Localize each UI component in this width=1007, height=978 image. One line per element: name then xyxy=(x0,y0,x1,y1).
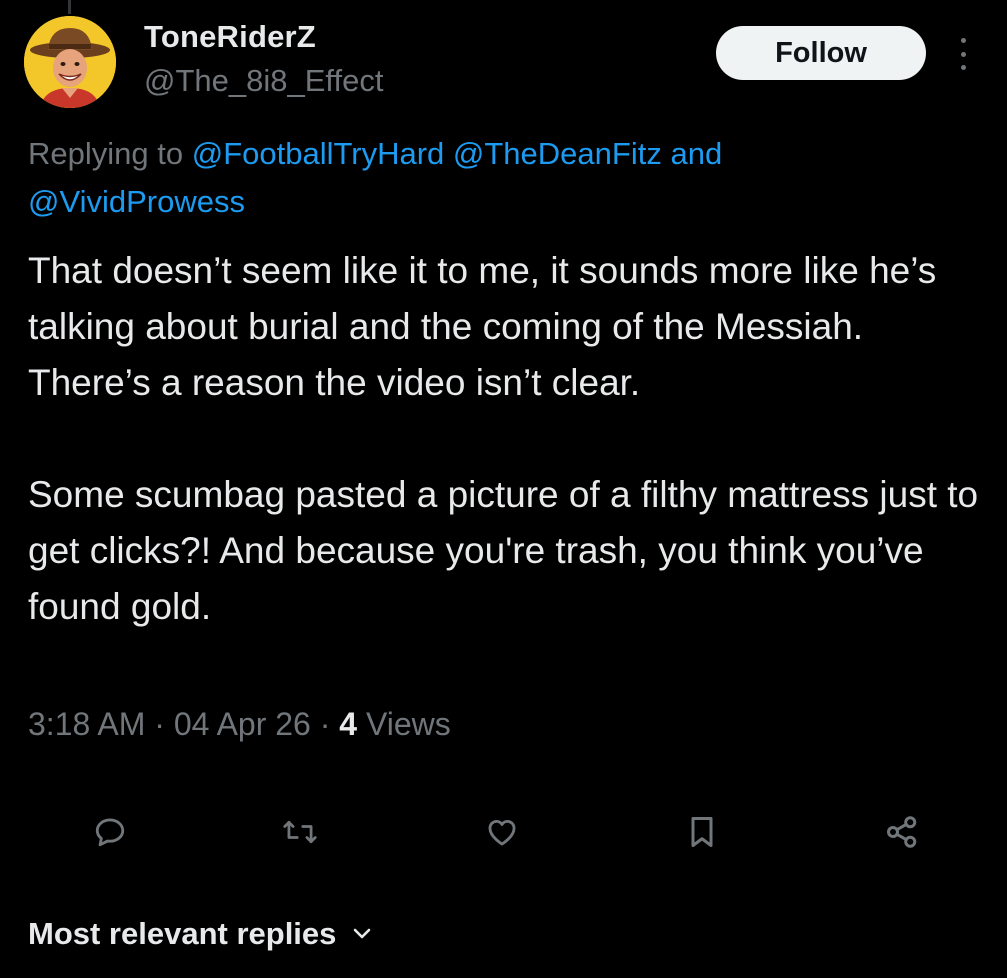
mention-joiner: and xyxy=(670,136,723,171)
tweet-paragraph: Some scumbag pasted a picture of a filth… xyxy=(28,474,979,627)
views-count: 4 xyxy=(339,706,358,742)
tweet-time[interactable]: 3:18 AM xyxy=(28,706,145,742)
tweet-metadata: 3:18 AM · 04 Apr 26 · 4 Views xyxy=(28,706,451,743)
more-options-button[interactable] xyxy=(948,38,978,70)
reply-icon xyxy=(95,818,125,847)
replying-to-label: Replying to xyxy=(28,136,184,171)
tweet-paragraph-gap xyxy=(28,411,988,467)
follow-button[interactable]: Follow xyxy=(716,26,926,80)
tweet-body: That doesn’t seem like it to me, it soun… xyxy=(28,243,988,635)
mention-link[interactable]: @TheDeanFitz xyxy=(453,136,662,171)
author-avatar[interactable] xyxy=(24,16,116,108)
meta-separator: · xyxy=(319,706,331,742)
views-label: Views xyxy=(365,706,451,742)
like-icon xyxy=(488,819,516,846)
cowboy-avatar-icon xyxy=(24,16,116,108)
retweet-icon xyxy=(283,820,317,844)
share-button[interactable] xyxy=(878,808,926,856)
replies-sort-dropdown[interactable]: Most relevant replies xyxy=(28,916,372,952)
author-display-name[interactable]: ToneRiderZ xyxy=(144,19,316,55)
mention-link[interactable]: @VividProwess xyxy=(28,184,245,219)
bookmark-icon xyxy=(691,817,713,847)
reply-button[interactable] xyxy=(86,808,134,856)
chevron-down-icon xyxy=(354,928,371,939)
tweet-paragraph: That doesn’t seem like it to me, it soun… xyxy=(28,250,937,347)
retweet-button[interactable] xyxy=(276,808,324,856)
author-handle[interactable]: @The_8i8_Effect xyxy=(144,63,383,99)
tweet-action-bar xyxy=(0,808,1007,856)
share-icon xyxy=(887,816,917,848)
like-button[interactable] xyxy=(478,808,526,856)
thread-connector-line xyxy=(68,0,71,14)
mention-link[interactable]: @FootballTryHard xyxy=(192,136,445,171)
replies-sort-label: Most relevant replies xyxy=(28,916,337,951)
meta-separator: · xyxy=(154,706,165,742)
replying-to-context: Replying to @FootballTryHard @TheDeanFit… xyxy=(28,130,928,226)
more-vertical-icon-dot xyxy=(960,51,966,57)
more-vertical-icon-dot xyxy=(960,65,966,70)
tweet-date[interactable]: 04 Apr 26 xyxy=(174,706,311,742)
more-vertical-icon xyxy=(960,38,966,43)
bookmark-button[interactable] xyxy=(678,808,726,856)
tweet-paragraph: There’s a reason the video isn’t clear. xyxy=(28,362,641,403)
